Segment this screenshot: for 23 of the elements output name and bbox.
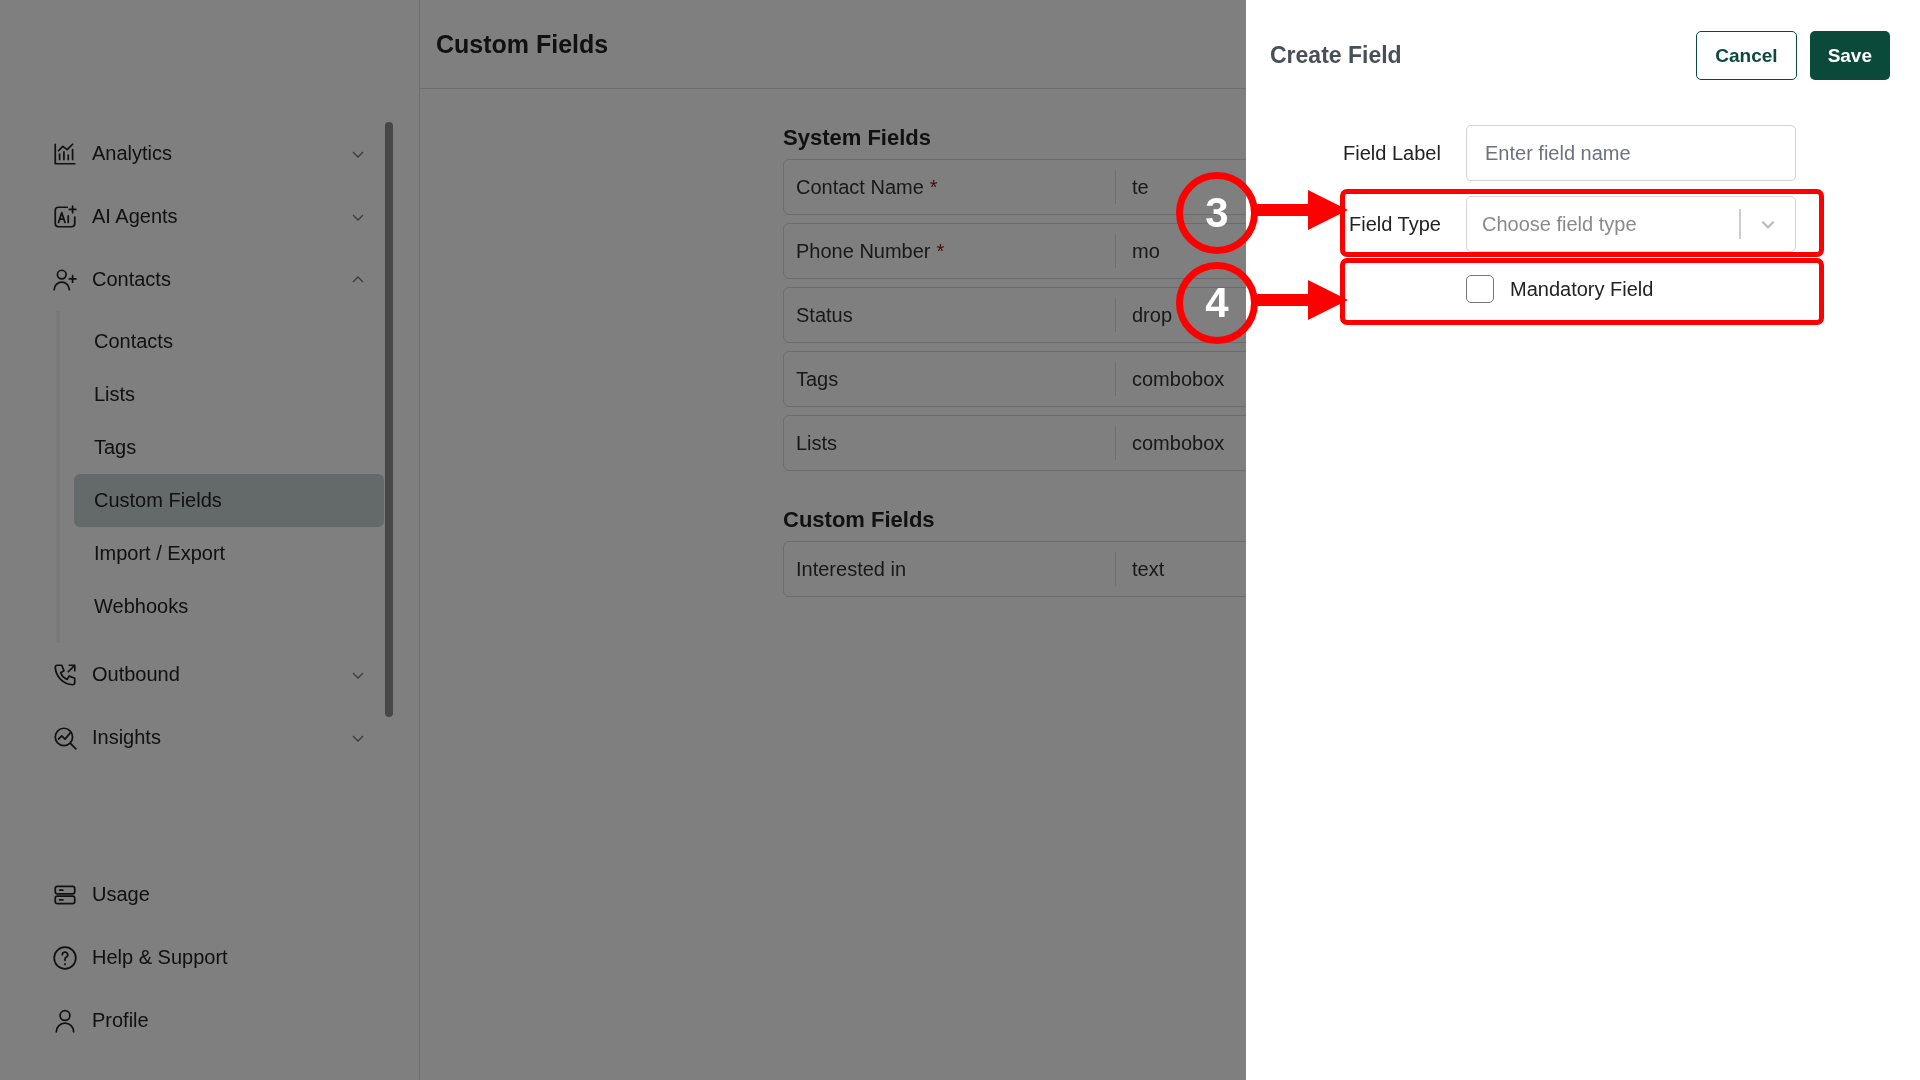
required-mark: *: [929, 175, 938, 199]
field-name: Status: [796, 303, 853, 327]
field-type: drop: [1131, 303, 1173, 327]
field-name: Contact Name: [796, 175, 924, 199]
field-label: Field Type: [1348, 212, 1442, 236]
field-name: Phone Number: [796, 239, 931, 263]
section-heading: System Fields: [783, 125, 932, 151]
field-type: te: [1131, 175, 1149, 199]
step-number-circle: 3: [1176, 172, 1258, 254]
field-label: Field Label: [1343, 141, 1442, 165]
panel-title: Create Field: [1270, 42, 1402, 69]
field-type: combobox: [1131, 431, 1225, 455]
field-type: text: [1131, 557, 1165, 581]
field-type: mo: [1131, 239, 1160, 263]
field-type: combobox: [1131, 367, 1225, 391]
field-name: Interested in: [796, 557, 907, 581]
field-name: Lists: [796, 431, 838, 455]
section-heading: Custom Fields: [783, 507, 936, 533]
checkbox-label: Mandatory Field: [1510, 277, 1654, 301]
required-mark: *: [936, 239, 945, 263]
field-name: Tags: [796, 367, 839, 391]
step-number-circle: 4: [1176, 262, 1258, 344]
page-title: Custom Fields: [436, 29, 609, 59]
